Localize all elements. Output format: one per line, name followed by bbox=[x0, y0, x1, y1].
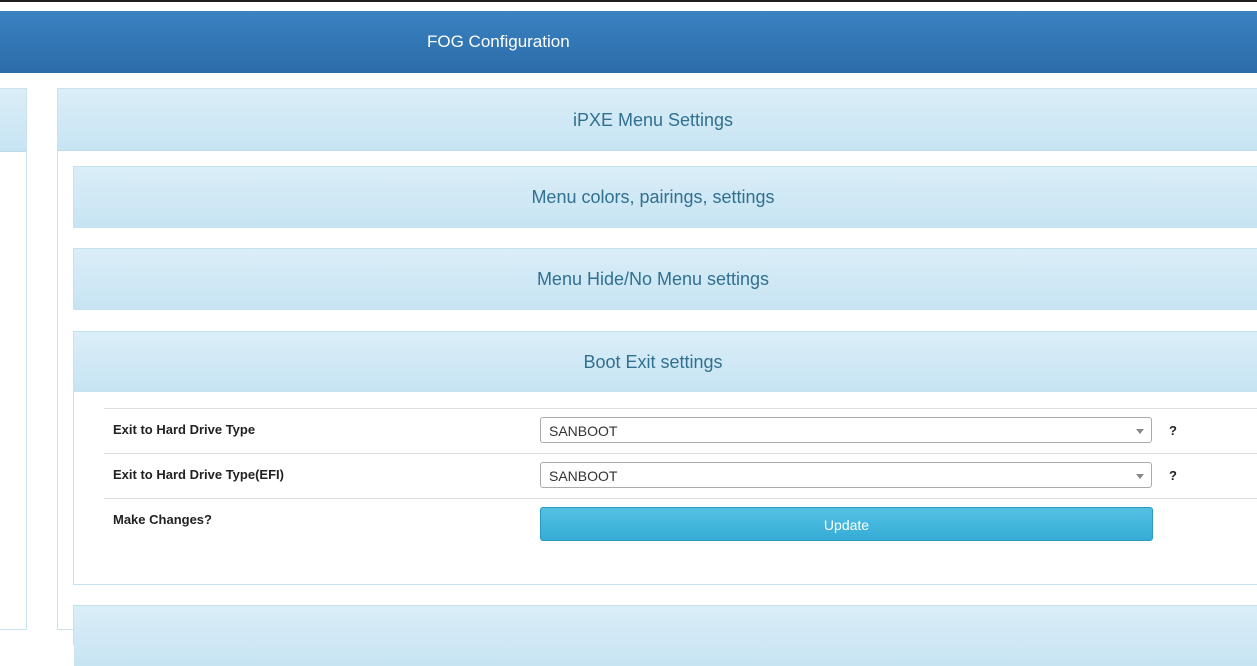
section-next-collapsed[interactable] bbox=[73, 605, 1257, 666]
help-icon[interactable]: ? bbox=[1154, 453, 1257, 499]
table-row: Make Changes? Update bbox=[104, 498, 1257, 582]
chevron-down-icon bbox=[1136, 474, 1144, 479]
make-changes-label: Make Changes? bbox=[104, 498, 540, 582]
section-heading-menu-hide[interactable]: Menu Hide/No Menu settings bbox=[74, 249, 1257, 309]
section-heading-boot-exit[interactable]: Boot Exit settings bbox=[74, 332, 1257, 392]
navbar-title: FOG Configuration bbox=[427, 32, 570, 51]
ipxe-menu-settings-panel: iPXE Menu Settings Menu colors, pairings… bbox=[57, 88, 1257, 666]
top-border-line bbox=[0, 0, 1257, 2]
table-row: Exit to Hard Drive Type(EFI) SANBOOT ? bbox=[104, 453, 1257, 499]
chevron-down-icon bbox=[1136, 429, 1144, 434]
exit-type-select[interactable]: SANBOOT bbox=[540, 417, 1152, 443]
panel-title: iPXE Menu Settings bbox=[58, 89, 1257, 151]
section-boot-exit: Boot Exit settings Exit to Hard Drive Ty… bbox=[73, 331, 1257, 585]
field-label: Exit to Hard Drive Type bbox=[104, 408, 540, 454]
section-heading-menu-colors[interactable]: Menu colors, pairings, settings bbox=[74, 167, 1257, 227]
select-value: SANBOOT bbox=[549, 423, 618, 439]
select-value: SANBOOT bbox=[549, 468, 618, 484]
update-button[interactable]: Update bbox=[540, 507, 1153, 541]
exit-type-efi-select[interactable]: SANBOOT bbox=[540, 462, 1152, 488]
boot-exit-settings-table: Exit to Hard Drive Type SANBOOT ? Exit t… bbox=[104, 408, 1257, 582]
help-icon[interactable]: ? bbox=[1154, 408, 1257, 454]
left-panel-heading bbox=[0, 89, 26, 152]
section-heading-next[interactable] bbox=[74, 606, 1257, 666]
field-label: Exit to Hard Drive Type(EFI) bbox=[104, 453, 540, 499]
table-row: Exit to Hard Drive Type SANBOOT ? bbox=[104, 408, 1257, 454]
top-navbar: FOG Configuration bbox=[0, 11, 1257, 73]
section-menu-hide[interactable]: Menu Hide/No Menu settings bbox=[73, 248, 1257, 310]
left-side-panel bbox=[0, 88, 27, 630]
section-menu-colors[interactable]: Menu colors, pairings, settings bbox=[73, 166, 1257, 228]
